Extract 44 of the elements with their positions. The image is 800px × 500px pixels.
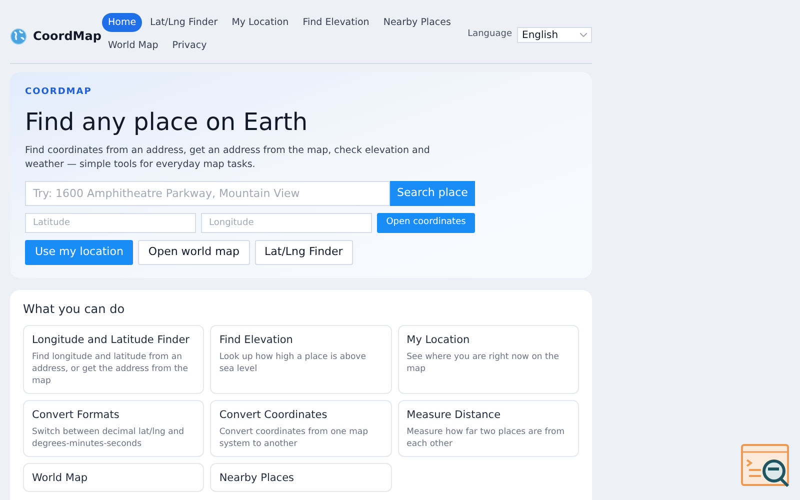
- feature-description: Look up how high a place is above sea level: [219, 351, 367, 375]
- longitude-field[interactable]: Longitude: [201, 212, 372, 232]
- latitude-field[interactable]: Latitude: [25, 212, 196, 232]
- language-label: Language: [468, 28, 512, 42]
- feature-title: Longitude and Latitude Finder: [32, 333, 190, 347]
- feature-title: My Location: [406, 333, 471, 347]
- hero-title: Find any place on Earth: [25, 106, 309, 138]
- nav-link[interactable]: Lat/Lng Finder: [144, 13, 224, 32]
- feature-description: Measure how far two places are from each other: [406, 426, 566, 450]
- nav-link[interactable]: Nearby Places: [377, 13, 457, 32]
- feature-card[interactable]: Convert Formats Switch between decimal lat/lng and degrees-minutes-seconds: [23, 400, 204, 457]
- feature-card[interactable]: Nearby Places: [210, 463, 392, 492]
- feature-description: Convert coordinates from one map system to another: [219, 426, 369, 450]
- caret-icon: [580, 33, 587, 37]
- feature-card[interactable]: My Location See where you are right now on the map: [398, 325, 579, 394]
- feature-title: Convert Coordinates: [219, 408, 328, 422]
- eyebrow-label: COORDMAP: [25, 86, 93, 99]
- nav-link[interactable]: World Map: [102, 36, 164, 55]
- feature-title: Convert Formats: [32, 408, 120, 422]
- action-button[interactable]: Open world map: [138, 240, 250, 264]
- feature-description: Find longitude and latitude from an address, or get the address from the map: [32, 351, 190, 387]
- nav-link[interactable]: Privacy: [166, 36, 213, 55]
- nav-link[interactable]: My Location: [226, 13, 295, 32]
- feature-description: Switch between decimal lat/lng and degrees-minutes-seconds: [32, 426, 186, 450]
- language-select[interactable]: English: [517, 27, 592, 43]
- feature-card[interactable]: Longitude and Latitude Finder Find longitude and latitude from an address, or get the address from the map: [23, 325, 204, 394]
- feature-card[interactable]: Convert Coordinates Convert coordinates from one map system to another: [210, 400, 392, 457]
- browser-search-icon: [741, 444, 791, 488]
- nav-link[interactable]: Home: [102, 13, 142, 32]
- feature-card[interactable]: Find Elevation Look up how high a place is above sea level: [210, 325, 392, 394]
- feature-title: Find Elevation: [219, 333, 294, 347]
- brand-name: CoordMap: [33, 28, 102, 45]
- feature-card[interactable]: Measure Distance Measure how far two places are from each other: [398, 400, 579, 457]
- feature-card[interactable]: World Map: [23, 463, 204, 492]
- hero-description: Find coordinates from an address, get an address from the map, check elevation and weather — simple tools for everyday map tasks.: [25, 144, 431, 172]
- feature-description: See where you are right now on the map: [406, 351, 560, 375]
- feature-title: Nearby Places: [219, 471, 295, 485]
- globe-icon: [10, 28, 27, 44]
- section-title: What you can do: [23, 301, 126, 318]
- action-button[interactable]: Lat/Lng Finder: [254, 240, 353, 264]
- search-field[interactable]: Try: 1600 Amphitheatre Parkway, Mountain View: [25, 180, 390, 206]
- feature-title: World Map: [32, 471, 89, 485]
- nav-link[interactable]: Find Elevation: [296, 13, 376, 32]
- feature-title: Measure Distance: [406, 408, 502, 422]
